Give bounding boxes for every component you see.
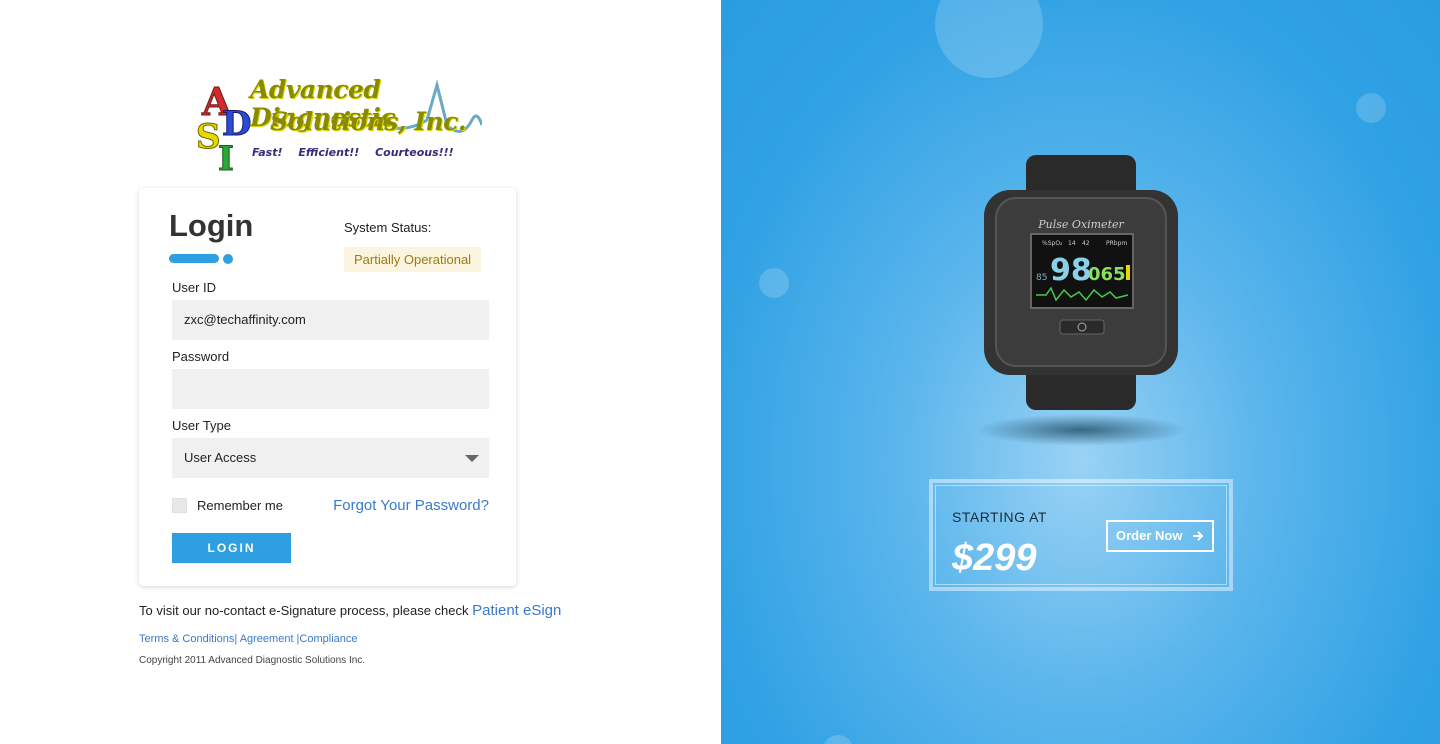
logo-title-line2: Solutions, Inc. — [270, 107, 467, 136]
pulse-oximeter-image: Pulse Oximeter %SpO₂ 14 42 PRbpm 85 98 0… — [976, 155, 1186, 446]
company-logo: A D S I Advanced Diagnostic Solutions, I… — [192, 70, 482, 180]
tagline-efficient: Efficient!! — [298, 146, 360, 159]
device-screen-header-spo2: %SpO₂ — [1042, 240, 1063, 247]
device-screen-header-pr: PRbpm — [1106, 240, 1127, 247]
login-title-dot — [223, 254, 233, 264]
device-screen-small: 85 — [1036, 273, 1047, 283]
decorative-bubble — [823, 735, 853, 744]
user-type-label: User Type — [172, 418, 232, 433]
remember-me-label: Remember me — [197, 498, 283, 513]
compliance-link[interactable]: Compliance — [299, 633, 357, 645]
user-id-label: User ID — [172, 280, 217, 295]
user-type-select[interactable]: User Access — [172, 438, 489, 478]
decorative-bubble — [759, 268, 789, 298]
tagline-courteous: Courteous!!! — [375, 146, 454, 159]
login-title-underline — [169, 254, 219, 263]
patient-esign-link[interactable]: Patient eSign — [472, 602, 561, 619]
login-title: Login — [169, 208, 254, 243]
system-status-label: System Status: — [344, 220, 432, 235]
promo-price: $299 — [952, 537, 1037, 579]
user-type-selected-value: User Access — [184, 450, 257, 465]
footer-links: Terms & Conditions| Agreement |Complianc… — [139, 633, 358, 645]
svg-text:I: I — [218, 139, 234, 179]
login-button[interactable]: LOGIN — [172, 533, 291, 563]
copyright-text: Copyright 2011 Advanced Diagnostic Solut… — [139, 655, 366, 666]
login-panel: A D S I Advanced Diagnostic Solutions, I… — [0, 0, 721, 744]
promo-box: STARTING AT $299 Order Now — [929, 479, 1233, 591]
user-id-input[interactable]: zxc@techaffinity.com — [172, 300, 489, 340]
esign-notice-text: To visit our no-contact e-Signature proc… — [139, 603, 469, 618]
device-screen-spo2: 98 — [1050, 253, 1092, 288]
device-label: Pulse Oximeter — [1037, 218, 1124, 231]
password-input[interactable] — [172, 369, 489, 409]
device-screen-header-b: 42 — [1082, 240, 1090, 247]
remember-me-checkbox[interactable] — [172, 498, 187, 513]
order-now-label: Order Now — [1116, 528, 1183, 543]
logo-tagline: Fast! Efficient!! Courteous!!! — [252, 146, 466, 159]
system-status-badge: Partially Operational — [344, 247, 482, 272]
device-screen-pr: 065 — [1088, 264, 1126, 285]
terms-link[interactable]: Terms & Conditions — [139, 633, 234, 645]
decorative-bubble — [935, 0, 1043, 78]
password-label: Password — [172, 349, 230, 364]
tagline-fast: Fast! — [252, 146, 283, 159]
login-card: Login System Status: Partially Operation… — [139, 188, 516, 586]
device-screen-header-a: 14 — [1068, 240, 1076, 247]
order-now-button[interactable]: Order Now — [1106, 520, 1214, 552]
arrow-right-icon — [1193, 531, 1204, 541]
agreement-link[interactable]: Agreement — [240, 633, 294, 645]
promo-panel: Pulse Oximeter %SpO₂ 14 42 PRbpm 85 98 0… — [721, 0, 1440, 744]
svg-text:S: S — [196, 117, 221, 157]
chevron-down-icon — [465, 455, 479, 462]
decorative-bubble — [1356, 93, 1386, 123]
svg-text:D: D — [222, 104, 251, 144]
forgot-password-link[interactable]: Forgot Your Password? — [333, 497, 489, 514]
starting-at-label: STARTING AT — [952, 509, 1047, 525]
esign-notice: To visit our no-contact e-Signature proc… — [139, 602, 561, 619]
